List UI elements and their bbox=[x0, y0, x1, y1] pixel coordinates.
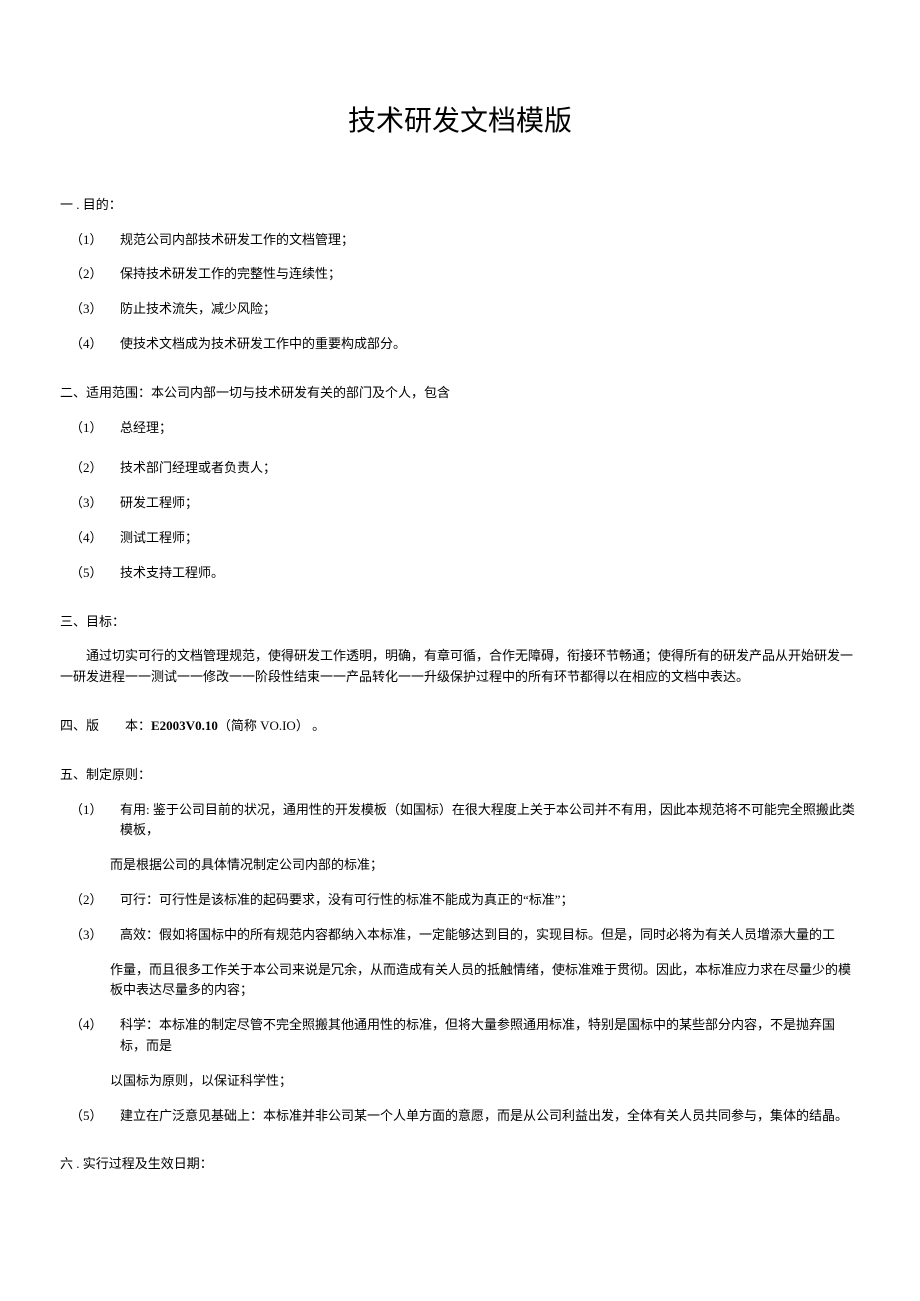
section-1-heading: 一 . 目的： bbox=[60, 195, 860, 216]
item-number: （1） bbox=[70, 418, 120, 439]
item-text: 测试工程师； bbox=[120, 528, 860, 549]
section-5-heading: 五、制定原则： bbox=[60, 765, 860, 786]
list-item: （4） 测试工程师； bbox=[60, 528, 860, 549]
list-item: （1） 总经理； bbox=[60, 418, 860, 439]
nested-text: 以国标为原则，以保证科学性； bbox=[60, 1071, 860, 1092]
item-number: （3） bbox=[70, 493, 120, 514]
section-3-body: 通过切实可行的文档管理规范，使得研发工作透明，明确，有章可循，合作无障碍，衔接环… bbox=[60, 646, 860, 688]
item-number: （2） bbox=[70, 264, 120, 285]
list-item: （2） 保持技术研发工作的完整性与连续性； bbox=[60, 264, 860, 285]
item-text: 技术部门经理或者负责人； bbox=[120, 458, 860, 479]
nested-text: 而是根据公司的具体情况制定公司内部的标准； bbox=[60, 855, 860, 876]
item-number: （3） bbox=[70, 299, 120, 320]
item-number: （2） bbox=[70, 890, 120, 911]
item-text: 技术支持工程师。 bbox=[120, 563, 860, 584]
list-item: （5） 技术支持工程师。 bbox=[60, 563, 860, 584]
item-text: 有用: 鉴于公司目前的状况，通用性的开发模板（如国标）在很大程度上关于本公司并不… bbox=[120, 800, 860, 842]
item-text: 科学：本标准的制定尽管不完全照搬其他通用性的标准，但将大量参照通用标准，特别是国… bbox=[120, 1015, 860, 1057]
item-number: （1） bbox=[70, 800, 120, 842]
version-number: E2003V0.10 bbox=[151, 718, 218, 733]
list-item: （1） 规范公司内部技术研发工作的文档管理； bbox=[60, 230, 860, 251]
section-3-heading: 三、目标： bbox=[60, 612, 860, 633]
item-text: 规范公司内部技术研发工作的文档管理； bbox=[120, 230, 860, 251]
list-item: （3） 防止技术流失，减少风险； bbox=[60, 299, 860, 320]
list-item: （3） 研发工程师； bbox=[60, 493, 860, 514]
item-number: （4） bbox=[70, 1015, 120, 1057]
section-4-line: 四、版 本：E2003V0.10（简称 VO.IO） 。 bbox=[60, 716, 860, 737]
list-item: （3） 高效：假如将国标中的所有规范内容都纳入本标准，一定能够达到目的，实现目标… bbox=[60, 925, 860, 946]
document-title: 技术研发文档模版 bbox=[60, 100, 860, 145]
section-6-heading: 六 . 实行过程及生效日期： bbox=[60, 1154, 860, 1175]
item-text: 保持技术研发工作的完整性与连续性； bbox=[120, 264, 860, 285]
list-item: （5） 建立在广泛意见基础上：本标准并非公司某一个人单方面的意愿，而是从公司利益… bbox=[60, 1106, 860, 1127]
item-text: 防止技术流失，减少风险； bbox=[120, 299, 860, 320]
item-number: （3） bbox=[70, 925, 120, 946]
item-number: （2） bbox=[70, 458, 120, 479]
section-2-heading: 二、适用范围：本公司内部一切与技术研发有关的部门及个人，包含 bbox=[60, 383, 860, 404]
list-item: （4） 使技术文档成为技术研发工作中的重要构成部分。 bbox=[60, 334, 860, 355]
item-number: （1） bbox=[70, 230, 120, 251]
section-4-suffix: （简称 VO.IO） 。 bbox=[218, 718, 325, 733]
item-number: （4） bbox=[70, 334, 120, 355]
section-4-prefix: 四、版 本： bbox=[60, 718, 151, 733]
item-text: 使技术文档成为技术研发工作中的重要构成部分。 bbox=[120, 334, 860, 355]
list-item: （2） 技术部门经理或者负责人； bbox=[60, 458, 860, 479]
list-item: （2） 可行：可行性是该标准的起码要求，没有可行性的标准不能成为真正的“标准”； bbox=[60, 890, 860, 911]
item-number: （5） bbox=[70, 563, 120, 584]
item-text: 建立在广泛意见基础上：本标准并非公司某一个人单方面的意愿，而是从公司利益出发，全… bbox=[120, 1106, 860, 1127]
item-text: 可行：可行性是该标准的起码要求，没有可行性的标准不能成为真正的“标准”； bbox=[120, 890, 860, 911]
list-item: （4） 科学：本标准的制定尽管不完全照搬其他通用性的标准，但将大量参照通用标准，… bbox=[60, 1015, 860, 1057]
nested-text: 作量，而且很多工作关于本公司来说是冗余，从而造成有关人员的抵触情绪，使标准难于贯… bbox=[60, 960, 860, 1002]
item-text: 研发工程师； bbox=[120, 493, 860, 514]
item-number: （5） bbox=[70, 1106, 120, 1127]
list-item: （1） 有用: 鉴于公司目前的状况，通用性的开发模板（如国标）在很大程度上关于本… bbox=[60, 800, 860, 842]
item-text: 总经理； bbox=[120, 418, 860, 439]
item-number: （4） bbox=[70, 528, 120, 549]
item-text: 高效：假如将国标中的所有规范内容都纳入本标准，一定能够达到目的，实现目标。但是，… bbox=[120, 925, 860, 946]
